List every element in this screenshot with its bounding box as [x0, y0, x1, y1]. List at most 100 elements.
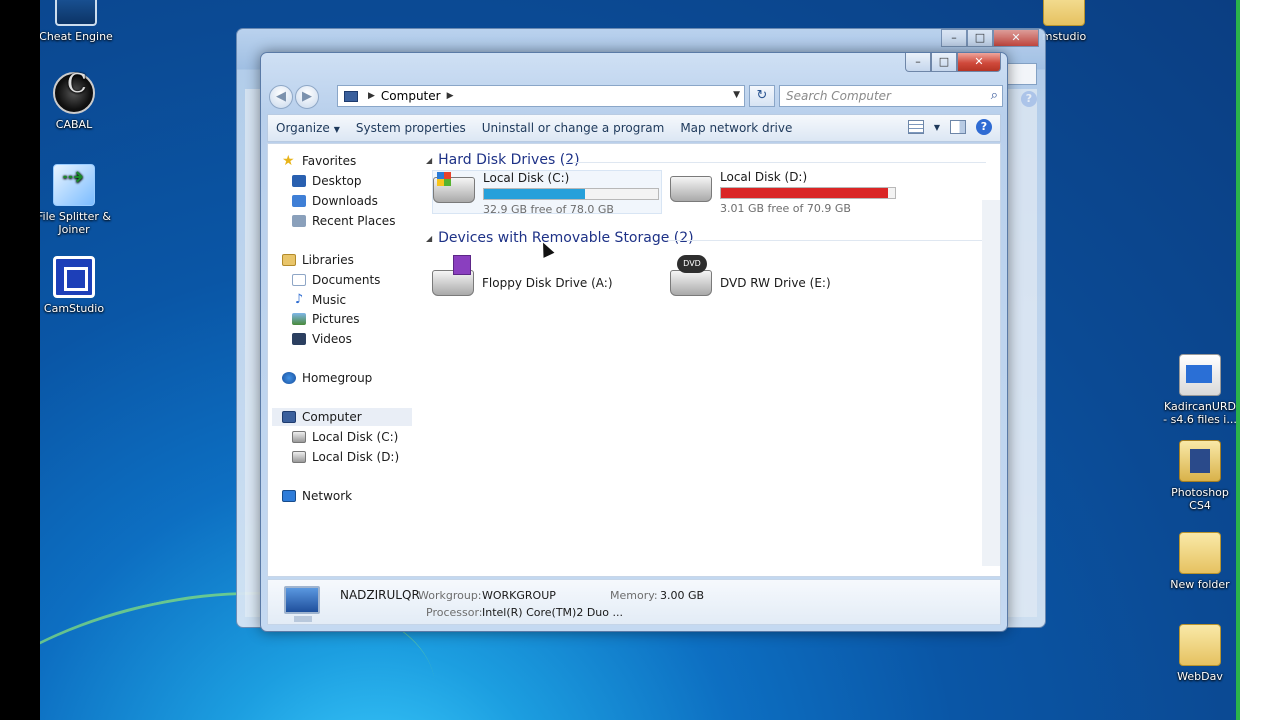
desktop-icon-label: CamStudio — [43, 302, 105, 315]
maximize-button[interactable]: □ — [967, 29, 993, 47]
nav-music[interactable]: ♪ Music — [292, 291, 346, 309]
nav-label: Desktop — [312, 174, 362, 188]
drive-local-disk-c[interactable]: Local Disk (C:) 32.9 GB free of 78.0 GB — [432, 170, 662, 216]
nav-label: Pictures — [312, 312, 360, 326]
nav-computer[interactable]: Computer — [272, 408, 412, 426]
computer-icon — [344, 90, 358, 102]
nav-local-disk-d[interactable]: Local Disk (D:) — [292, 448, 399, 466]
desktop-icon-kadircan[interactable]: KadircanURD - s4.6 files i... — [1162, 354, 1238, 426]
group-title: Hard Disk Drives (2) — [438, 152, 580, 168]
desktop-icon-file-splitter[interactable]: File Splitter & Joiner — [40, 164, 112, 236]
preview-pane-icon[interactable] — [950, 120, 966, 134]
nav-downloads[interactable]: Downloads — [292, 192, 378, 210]
recent-places-icon — [292, 215, 306, 227]
group-divider — [566, 162, 986, 163]
desktop-icon-new-folder[interactable]: New folder — [1162, 532, 1238, 591]
breadcrumb-separator[interactable]: ▶ — [368, 91, 375, 101]
maximize-button[interactable]: □ — [931, 53, 957, 72]
close-button[interactable]: ✕ — [993, 29, 1039, 47]
memory-value: 3.00 GB — [660, 589, 705, 602]
breadcrumb-computer[interactable]: Computer — [381, 89, 441, 103]
memory-label: Memory: — [610, 589, 658, 602]
group-header-removable[interactable]: ◢ Devices with Removable Storage (2) — [426, 230, 694, 246]
window-controls: – □ ✕ — [905, 53, 1001, 72]
computer-icon — [282, 411, 296, 423]
organize-button[interactable]: Organize ▼ — [268, 121, 348, 135]
drive-name: DVD RW Drive (E:) — [720, 276, 831, 290]
scrollbar[interactable] — [982, 200, 1000, 566]
title-bar[interactable]: – □ ✕ — [261, 53, 1007, 81]
drive-usage-bar — [720, 187, 896, 199]
refresh-button[interactable]: ↻ — [749, 85, 775, 107]
nav-desktop[interactable]: Desktop — [292, 172, 362, 190]
back-button[interactable]: ◀ — [269, 85, 293, 109]
drive-usage-bar — [483, 188, 659, 200]
videos-icon — [292, 333, 306, 345]
chevron-down-icon[interactable]: ▼ — [934, 123, 940, 132]
dvd-drive-icon — [670, 255, 712, 296]
map-network-drive-button[interactable]: Map network drive — [672, 121, 800, 135]
music-icon: ♪ — [294, 292, 304, 307]
computer-name: NADZIRULQR — [340, 588, 420, 602]
nav-label: Videos — [312, 332, 352, 346]
desktop-icon-cabal[interactable]: CABAL — [40, 72, 112, 131]
organize-label: Organize — [276, 121, 330, 135]
drive-local-disk-d[interactable]: Local Disk (D:) 3.01 GB free of 70.9 GB — [670, 170, 900, 215]
search-input[interactable]: Search Computer ⌕ — [779, 85, 1003, 107]
libraries-icon — [282, 254, 296, 266]
desktop-icon-camstudio[interactable]: CamStudio — [40, 256, 112, 315]
nav-favorites[interactable]: ★ Favorites — [282, 152, 356, 170]
details-pane: NADZIRULQR Workgroup: WORKGROUP Memory: … — [267, 579, 1001, 625]
drive-floppy-a[interactable]: Floppy Disk Drive (A:) — [432, 255, 662, 308]
workgroup-label: Workgroup: — [418, 589, 482, 602]
drive-name: Floppy Disk Drive (A:) — [482, 276, 613, 290]
search-icon[interactable]: ⌕ — [991, 88, 998, 103]
chevron-down-icon[interactable]: ▼ — [733, 90, 740, 100]
breadcrumb-separator[interactable]: ▶ — [447, 91, 454, 101]
nav-label: Documents — [312, 273, 381, 287]
drive-dvd-e[interactable]: DVD RW Drive (E:) — [670, 255, 900, 308]
content-area: ★ Favorites Desktop Downloads Recent Pla… — [267, 143, 1001, 577]
system-properties-button[interactable]: System properties — [348, 121, 474, 135]
search-placeholder: Search Computer — [786, 89, 891, 103]
forward-button[interactable]: ▶ — [295, 85, 319, 109]
nav-homegroup[interactable]: Homegroup — [282, 369, 372, 387]
file-list: ◢ Hard Disk Drives (2) Local Disk (C:) 3… — [418, 144, 1000, 576]
nav-local-disk-c[interactable]: Local Disk (C:) — [292, 428, 398, 446]
desktop-icon-cheat-engine[interactable]: Cheat Engine — [40, 0, 114, 43]
search-icon[interactable] — [1007, 63, 1037, 85]
nav-label: Libraries — [302, 253, 354, 267]
nav-pictures[interactable]: Pictures — [292, 310, 360, 328]
desktop-icon-label: Cheat Engine — [40, 30, 113, 43]
command-bar: Organize ▼ System properties Uninstall or… — [267, 114, 1001, 142]
close-button[interactable]: ✕ — [957, 53, 1001, 72]
nav-videos[interactable]: Videos — [292, 330, 352, 348]
explorer-window[interactable]: – □ ✕ ◀ ▶ ▶ Computer ▶ ▼ ↻ Search Comput… — [260, 52, 1008, 632]
minimize-button[interactable]: – — [941, 29, 967, 47]
group-divider — [668, 240, 986, 241]
desktop-icon-webdav[interactable]: WebDav — [1162, 624, 1238, 683]
nav-libraries[interactable]: Libraries — [282, 251, 354, 269]
minimize-button[interactable]: – — [905, 53, 931, 72]
desktop-icon-label: WebDav — [1177, 670, 1223, 683]
group-header-hard-disks[interactable]: ◢ Hard Disk Drives (2) — [426, 152, 580, 168]
uninstall-program-button[interactable]: Uninstall or change a program — [474, 121, 673, 135]
collapse-triangle-icon[interactable]: ◢ — [426, 234, 432, 243]
address-bar[interactable]: ▶ Computer ▶ ▼ — [337, 85, 745, 107]
help-icon[interactable]: ? — [976, 119, 992, 135]
nav-label: Downloads — [312, 194, 378, 208]
collapse-triangle-icon[interactable]: ◢ — [426, 156, 432, 165]
nav-recent-places[interactable]: Recent Places — [292, 212, 395, 230]
desktop-icon-photoshop[interactable]: Photoshop CS4 — [1162, 440, 1238, 512]
change-view-icon[interactable] — [907, 120, 924, 134]
drive-name: Local Disk (C:) — [483, 171, 570, 185]
command-bar-right: ▼ ? — [907, 119, 992, 135]
nav-documents[interactable]: Documents — [292, 271, 380, 289]
nav-label: Local Disk (C:) — [312, 430, 399, 444]
navigation-bar: ◀ ▶ ▶ Computer ▶ ▼ ↻ Search Computer ⌕ — [269, 83, 1003, 111]
cabal-icon — [53, 72, 95, 114]
chevron-down-icon: ▼ — [333, 125, 340, 134]
drive-name: Local Disk (D:) — [720, 170, 808, 184]
drive-free-space: 32.9 GB free of 78.0 GB — [483, 203, 614, 216]
nav-network[interactable]: Network — [282, 487, 352, 505]
